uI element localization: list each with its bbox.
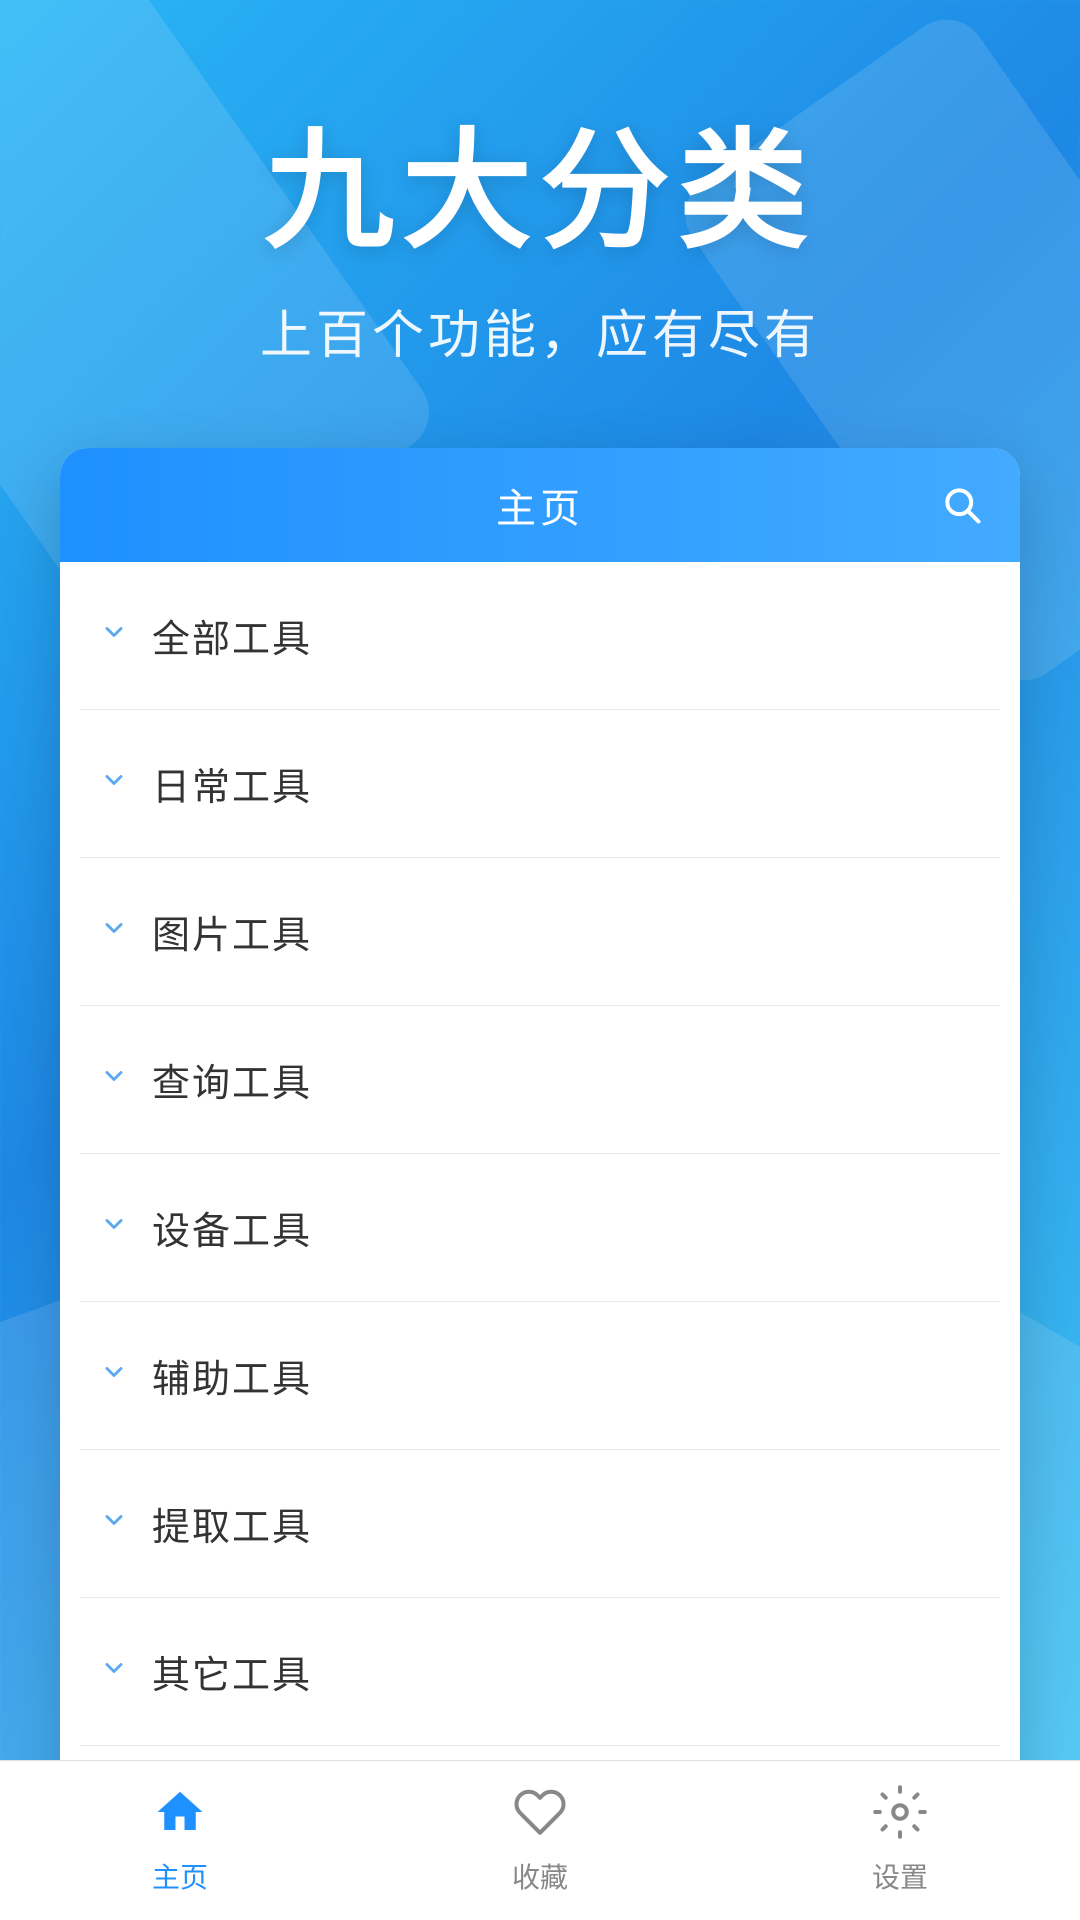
menu-item-label-5: 设备工具 xyxy=(152,1200,312,1255)
tab-favorites-label: 收藏 xyxy=(512,1856,568,1896)
sub-title: 上百个功能，应有尽有 xyxy=(0,293,1080,368)
menu-item-image-tools[interactable]: 图片工具 xyxy=(80,858,1000,1006)
settings-icon xyxy=(873,1785,927,1848)
header-area: 九大分类 上百个功能，应有尽有 xyxy=(0,0,1080,368)
menu-item-assist-tools[interactable]: 辅助工具 xyxy=(80,1302,1000,1450)
menu-item-device-tools[interactable]: 设备工具 xyxy=(80,1154,1000,1302)
tab-settings[interactable]: 设置 xyxy=(720,1785,1080,1896)
menu-item-query-tools[interactable]: 查询工具 xyxy=(80,1006,1000,1154)
menu-list: 全部工具 日常工具 图片工具 查询工具 xyxy=(60,562,1020,1893)
card-header-title: 主页 xyxy=(496,476,584,534)
home-icon xyxy=(153,1785,207,1848)
menu-item-label-6: 辅助工具 xyxy=(152,1348,312,1403)
menu-item-label-2: 日常工具 xyxy=(152,756,312,811)
tab-favorites[interactable]: 收藏 xyxy=(360,1785,720,1896)
search-button[interactable] xyxy=(940,483,984,527)
menu-item-other-tools[interactable]: 其它工具 xyxy=(80,1598,1000,1746)
menu-item-label-4: 查询工具 xyxy=(152,1052,312,1107)
menu-item-label-7: 提取工具 xyxy=(152,1496,312,1551)
chevron-icon-6 xyxy=(100,1357,128,1394)
chevron-icon-3 xyxy=(100,913,128,950)
chevron-icon-7 xyxy=(100,1505,128,1542)
card-header: 主页 xyxy=(60,448,1020,562)
chevron-icon-5 xyxy=(100,1209,128,1246)
menu-item-label-8: 其它工具 xyxy=(152,1644,312,1699)
main-card: 主页 全部工具 日常工具 xyxy=(60,448,1020,1893)
menu-item-daily-tools[interactable]: 日常工具 xyxy=(80,710,1000,858)
tab-bar: 主页 收藏 设置 xyxy=(0,1760,1080,1920)
tab-home[interactable]: 主页 xyxy=(0,1785,360,1896)
menu-item-label-1: 全部工具 xyxy=(152,608,312,663)
chevron-icon-8 xyxy=(100,1653,128,1690)
chevron-icon-1 xyxy=(100,617,128,654)
tab-settings-label: 设置 xyxy=(872,1856,928,1896)
chevron-icon-2 xyxy=(100,765,128,802)
menu-item-label-3: 图片工具 xyxy=(152,904,312,959)
tab-home-label: 主页 xyxy=(152,1856,208,1896)
heart-icon xyxy=(513,1785,567,1848)
menu-item-extract-tools[interactable]: 提取工具 xyxy=(80,1450,1000,1598)
main-title: 九大分类 xyxy=(0,120,1080,263)
chevron-icon-4 xyxy=(100,1061,128,1098)
menu-item-all-tools[interactable]: 全部工具 xyxy=(80,562,1000,710)
